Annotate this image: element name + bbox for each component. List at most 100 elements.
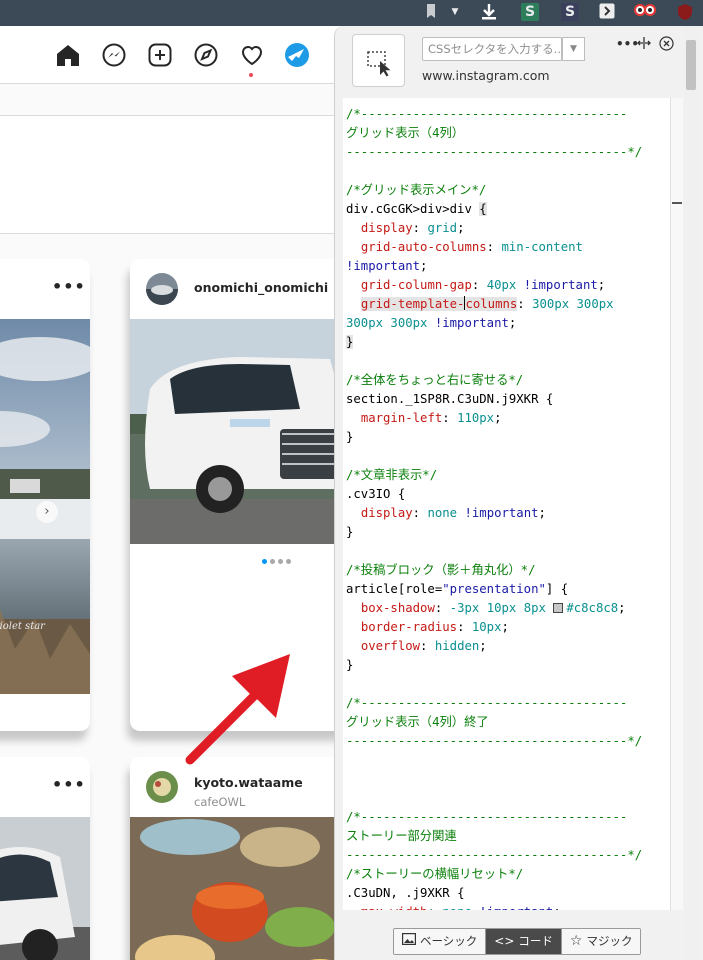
code-value: 10px bbox=[471, 620, 502, 634]
panel-scrollbar[interactable] bbox=[684, 26, 698, 960]
code-selector-string: "presentation" bbox=[442, 582, 546, 596]
code-value: 40px bbox=[486, 278, 517, 292]
instagram-page: ••• › er violet star bbox=[0, 26, 340, 960]
post-photo-car[interactable] bbox=[0, 817, 90, 960]
code-important: !important bbox=[434, 316, 509, 330]
code-selector: section._1SP8R.C3uDN.j9XKR bbox=[346, 392, 546, 406]
code-lines: /*------------------------------------ グ… bbox=[346, 105, 642, 910]
code-important: !important bbox=[523, 278, 598, 292]
more-options-icon[interactable]: ••• bbox=[52, 775, 86, 794]
user-avatar[interactable] bbox=[146, 273, 178, 305]
code-selector: .C3uDN, .j9XKR bbox=[346, 886, 458, 900]
code-value: grid bbox=[427, 221, 458, 235]
code-important: !important bbox=[346, 259, 421, 273]
code-property: border-radius bbox=[360, 620, 458, 634]
code-comment: --------------------------------------*/ bbox=[346, 145, 643, 159]
code-comment: /*ストーリーの横幅リセット*/ bbox=[346, 867, 524, 881]
code-value: none bbox=[442, 905, 472, 910]
s-extension-icon[interactable]: S bbox=[521, 3, 539, 21]
tab-magic[interactable]: ☆ マジック bbox=[560, 929, 641, 954]
code-property: display bbox=[360, 506, 413, 520]
resize-icon[interactable] bbox=[636, 36, 652, 55]
carousel-dot bbox=[262, 559, 267, 564]
carousel-dot bbox=[278, 559, 283, 564]
color-swatch[interactable] bbox=[553, 603, 564, 613]
post-username[interactable]: onomichi_onomichi bbox=[194, 280, 328, 295]
code-comment: --------------------------------------*/ bbox=[346, 848, 643, 862]
post-photo-van[interactable] bbox=[130, 319, 340, 544]
code-comment: ストーリー部分関連 bbox=[346, 829, 457, 843]
forward-extension-icon[interactable] bbox=[598, 3, 616, 21]
close-icon[interactable] bbox=[659, 36, 674, 56]
element-picker-button[interactable] bbox=[352, 34, 405, 87]
code-value: none bbox=[427, 506, 458, 520]
scrollbar-thumb[interactable] bbox=[686, 40, 696, 90]
tab-label: コード bbox=[518, 934, 553, 948]
code-important: !important bbox=[464, 506, 539, 520]
code-value: -3px 10px 8px bbox=[449, 601, 554, 615]
code-property: columns bbox=[465, 297, 518, 311]
code-comment: グリッド表示（4列）終了 bbox=[346, 715, 489, 729]
code-property: display bbox=[360, 221, 413, 235]
code-comment: /*全体をちょっと右に寄せる*/ bbox=[346, 373, 524, 387]
custom-css-panel: CSSセレクタを入力する... ▼ www.instagram.com ••• … bbox=[334, 26, 703, 960]
stories-area bbox=[0, 116, 340, 234]
new-post-icon[interactable] bbox=[147, 42, 173, 68]
post-card: kyoto.wataame cafeOWL bbox=[130, 757, 340, 960]
browser-toolbar: ▼ S S bbox=[0, 0, 703, 26]
post-header: ••• bbox=[0, 757, 90, 817]
code-comment: /*------------------------------------ bbox=[346, 810, 628, 824]
download-icon[interactable] bbox=[480, 3, 498, 21]
annotation-arrow-icon bbox=[185, 654, 290, 765]
post-card: ••• › er violet star bbox=[0, 259, 90, 731]
user-avatar[interactable] bbox=[146, 771, 178, 803]
code-comment: /*グリッド表示メイン*/ bbox=[346, 183, 487, 197]
code-comment: /*------------------------------------ bbox=[346, 107, 628, 121]
s-profile-extension-icon[interactable]: S bbox=[561, 3, 579, 21]
selector-dropdown-button[interactable]: ▼ bbox=[562, 37, 585, 61]
tab-code[interactable]: <> コード bbox=[485, 929, 561, 954]
code-value: min-content bbox=[501, 240, 583, 254]
code-icon: <> bbox=[494, 934, 515, 948]
code-value: 300px 300px bbox=[346, 316, 428, 330]
css-code-editor[interactable]: /*------------------------------------ グ… bbox=[343, 98, 670, 910]
mode-switcher: ベーシック <> コード ☆ マジック bbox=[393, 928, 642, 955]
editor-scrollbar[interactable] bbox=[670, 98, 683, 910]
notification-dot bbox=[249, 73, 253, 77]
code-property: box-shadow bbox=[360, 601, 435, 615]
code-selector: article[role= bbox=[346, 582, 443, 596]
code-comment: グリッド表示（4列） bbox=[346, 126, 465, 140]
tab-basic[interactable]: ベーシック bbox=[394, 929, 486, 954]
goggles-icon[interactable] bbox=[634, 3, 656, 21]
star-icon: ☆ bbox=[569, 933, 583, 949]
home-icon[interactable] bbox=[55, 42, 81, 68]
post-card: ••• bbox=[0, 757, 90, 960]
photo-watermark: er violet star bbox=[0, 621, 45, 632]
profile-avatar[interactable] bbox=[284, 42, 310, 68]
code-property: grid-template- bbox=[360, 297, 465, 311]
activity-heart-icon[interactable] bbox=[239, 42, 265, 68]
carousel-indicator bbox=[262, 559, 291, 564]
code-comment: /*投稿ブロック（影＋角丸化）*/ bbox=[346, 563, 536, 577]
messenger-icon[interactable] bbox=[101, 42, 127, 68]
bookmark-icon[interactable] bbox=[422, 3, 440, 21]
tab-label: マジック bbox=[586, 934, 633, 948]
code-comment: /*------------------------------------ bbox=[346, 696, 628, 710]
more-options-icon[interactable]: ••• bbox=[52, 277, 86, 296]
post-location[interactable]: cafeOWL bbox=[194, 795, 245, 809]
chevron-down-icon[interactable]: ▼ bbox=[446, 3, 464, 21]
code-important: !important bbox=[479, 905, 553, 910]
code-value: #c8c8c8 bbox=[566, 601, 619, 615]
code-comment: /*文章非表示*/ bbox=[346, 468, 438, 482]
carousel-next-button[interactable]: › bbox=[36, 501, 58, 523]
ublock-icon[interactable] bbox=[676, 3, 694, 21]
post-photo-food[interactable] bbox=[130, 817, 340, 960]
explore-icon[interactable] bbox=[193, 42, 219, 68]
post-header: onomichi_onomichi bbox=[130, 259, 340, 319]
css-selector-input[interactable]: CSSセレクタを入力する... bbox=[422, 37, 562, 61]
carousel-dot bbox=[286, 559, 291, 564]
code-selector: .cv3IO bbox=[346, 487, 398, 501]
code-property: overflow bbox=[360, 639, 421, 653]
scroll-marker bbox=[672, 202, 682, 204]
post-username[interactable]: kyoto.wataame bbox=[194, 775, 303, 790]
